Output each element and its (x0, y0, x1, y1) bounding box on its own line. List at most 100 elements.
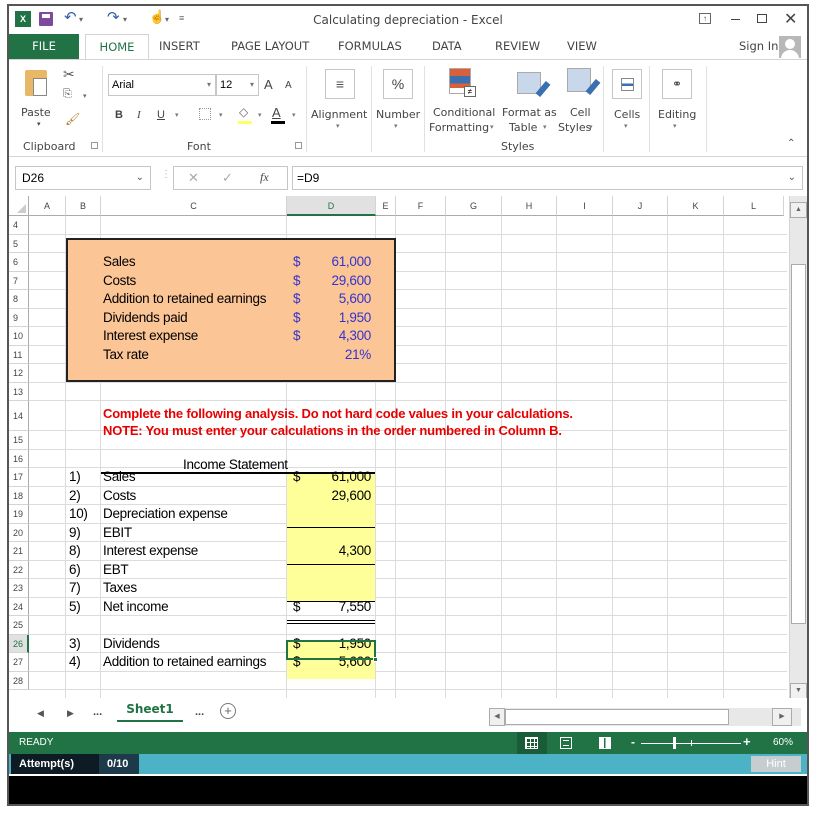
row-header-13[interactable]: 13 (9, 382, 29, 401)
line-currency[interactable]: $ (293, 469, 301, 484)
row-header-19[interactable]: 19 (9, 505, 29, 524)
page-break-view-button[interactable] (599, 737, 611, 749)
column-header-k[interactable]: K (668, 196, 724, 216)
tab-file[interactable]: FILE (9, 34, 79, 59)
underline-button[interactable]: U (157, 109, 165, 121)
add-sheet-button[interactable]: + (220, 703, 236, 719)
horizontal-scroll-thumb[interactable] (505, 709, 729, 725)
row-header-22[interactable]: 22 (9, 560, 29, 579)
cell-styles-dropdown-icon[interactable]: ▾ (589, 123, 593, 131)
conditional-formatting-icon[interactable]: ≠ (449, 68, 476, 97)
cut-icon[interactable]: ✂ (63, 66, 75, 83)
row-header-8[interactable]: 8 (9, 290, 29, 309)
copy-icon[interactable]: ⎘ (63, 88, 72, 101)
name-box[interactable]: D26 ⌄ (15, 166, 151, 190)
alignment-button[interactable]: Alignment (311, 108, 367, 121)
borders-dropdown-icon[interactable]: ▾ (219, 111, 223, 119)
conditional-dropdown-icon[interactable]: ▾ (490, 123, 494, 131)
line-label[interactable]: EBIT (103, 525, 132, 540)
line-label[interactable]: EBT (103, 562, 129, 577)
select-all-corner[interactable] (9, 196, 29, 216)
line-number[interactable]: 4) (69, 654, 81, 669)
conditional-formatting-line1[interactable]: Conditional (433, 106, 495, 119)
given-value[interactable]: 5,600 (309, 291, 372, 306)
number-dropdown-icon[interactable]: ▾ (394, 122, 398, 130)
line-number[interactable]: 9) (69, 525, 81, 540)
font-color-button[interactable]: A (272, 105, 281, 120)
paste-icon[interactable] (25, 70, 47, 96)
tab-data[interactable]: DATA (432, 34, 462, 59)
vertical-scrollbar[interactable]: ▲ ▼ (789, 196, 807, 699)
row-header-15[interactable]: 15 (9, 431, 29, 450)
page-layout-view-button[interactable] (560, 737, 572, 749)
shrink-font-button[interactable]: A (285, 80, 292, 91)
row-header-12[interactable]: 12 (9, 364, 29, 383)
line-number[interactable]: 5) (69, 599, 81, 614)
line-number[interactable]: 1) (69, 469, 81, 484)
paste-dropdown-icon[interactable]: ▾ (37, 120, 41, 128)
tab-page-layout[interactable]: PAGE LAYOUT (231, 34, 309, 59)
underline-dropdown-icon[interactable]: ▾ (175, 111, 179, 119)
row-header-24[interactable]: 24 (9, 597, 29, 616)
row-header-26[interactable]: 26 (9, 634, 29, 653)
hint-button[interactable]: Hint (751, 756, 801, 772)
row-header-20[interactable]: 20 (9, 523, 29, 542)
given-label[interactable]: Addition to retained earnings (103, 291, 266, 306)
given-currency[interactable]: $ (293, 254, 301, 269)
line-number[interactable]: 10) (69, 506, 88, 521)
copy-dropdown-icon[interactable]: ▾ (83, 92, 87, 100)
grow-font-button[interactable]: A (264, 77, 273, 92)
expand-formula-icon[interactable]: ⌄ (788, 172, 796, 183)
clipboard-launcher-icon[interactable] (91, 142, 98, 149)
insert-function-button[interactable]: fx (260, 170, 269, 185)
line-value[interactable]: 61,000 (309, 469, 372, 484)
line-number[interactable]: 3) (69, 636, 81, 651)
given-value[interactable]: 1,950 (309, 310, 372, 325)
given-value[interactable]: 21% (309, 347, 371, 362)
sheet-tab-sheet1[interactable]: Sheet1 (117, 698, 183, 722)
row-header-5[interactable]: 5 (9, 234, 29, 253)
collapse-ribbon-icon[interactable]: ⌃ (787, 138, 795, 149)
sheet-next-button[interactable]: ▶ (67, 708, 74, 719)
given-label[interactable]: Dividends paid (103, 310, 188, 325)
row-header-7[interactable]: 7 (9, 271, 29, 290)
editing-button[interactable]: Editing (658, 108, 696, 121)
given-currency[interactable]: $ (293, 273, 301, 288)
given-value[interactable]: 4,300 (309, 328, 372, 343)
ribbon-display-icon[interactable]: ↑ (699, 13, 711, 24)
find-binoculars-icon[interactable]: ⚭ (662, 69, 692, 99)
row-header-4[interactable]: 4 (9, 216, 29, 235)
line-value[interactable]: 7,550 (309, 599, 372, 614)
column-header-l[interactable]: L (724, 196, 784, 216)
given-value[interactable]: 29,600 (309, 273, 372, 288)
fill-dropdown-icon[interactable]: ▾ (258, 111, 262, 119)
restore-icon[interactable] (757, 14, 767, 23)
italic-button[interactable]: I (137, 109, 141, 121)
row-header-14[interactable]: 14 (9, 401, 29, 431)
cells-button[interactable]: Cells (614, 108, 640, 121)
row-header-17[interactable]: 17 (9, 468, 29, 487)
row-header-28[interactable]: 28 (9, 671, 29, 690)
sheet-prev-button[interactable]: ◀ (37, 708, 44, 719)
line-label[interactable]: Interest expense (103, 543, 198, 558)
column-header-j[interactable]: J (613, 196, 668, 216)
sheet-ellipsis-left[interactable]: ... (93, 706, 102, 718)
cell-styles-line2[interactable]: Styles (558, 121, 591, 134)
number-format-icon[interactable]: % (383, 69, 413, 99)
tab-review[interactable]: REVIEW (495, 34, 540, 59)
editing-dropdown-icon[interactable]: ▾ (673, 122, 677, 130)
given-value[interactable]: 61,000 (309, 254, 372, 269)
column-header-c[interactable]: C (101, 196, 287, 216)
row-header-6[interactable]: 6 (9, 253, 29, 272)
enter-entry-button[interactable]: ✓ (222, 170, 233, 186)
bold-button[interactable]: B (115, 109, 123, 121)
tab-insert[interactable]: INSERT (159, 34, 200, 59)
horizontal-scrollbar[interactable]: ◀ ▶ (489, 708, 801, 726)
cells-icon[interactable] (612, 69, 642, 99)
scroll-right-button[interactable]: ▶ (772, 708, 792, 726)
line-currency[interactable]: $ (293, 599, 301, 614)
row-header-10[interactable]: 10 (9, 327, 29, 346)
scroll-left-button[interactable]: ◀ (489, 708, 505, 726)
format-as-table-line1[interactable]: Format as (502, 106, 557, 119)
column-header-h[interactable]: H (502, 196, 557, 216)
